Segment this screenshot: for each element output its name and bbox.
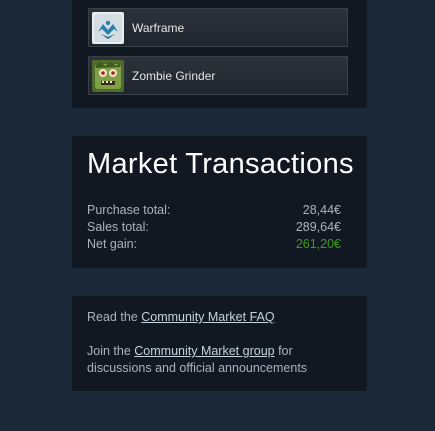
net-gain-value: 261,20€ — [295, 237, 341, 251]
zombie-grinder-icon — [92, 60, 124, 92]
community-market-group-link[interactable]: Community Market group — [134, 344, 274, 358]
net-gain-row: Net gain: 261,20€ — [87, 237, 341, 254]
sales-total-label: Sales total: — [87, 220, 149, 234]
community-market-faq-link[interactable]: Community Market FAQ — [141, 310, 274, 324]
game-row-warframe[interactable]: Warframe — [88, 8, 348, 47]
sales-total-value: 289,64€ — [295, 220, 341, 234]
faq-prefix: Read the — [87, 310, 142, 324]
game-name: Zombie Grinder — [132, 69, 216, 83]
purchase-total-value: 28,44€ — [302, 203, 341, 217]
game-row-zombie-grinder[interactable]: Zombie Grinder — [88, 56, 348, 95]
group-line: Join the Community Market group for disc… — [87, 343, 357, 377]
purchase-total-label: Purchase total: — [87, 203, 171, 217]
faq-line: Read the Community Market FAQ — [87, 309, 357, 326]
net-gain-label: Net gain: — [87, 237, 138, 251]
warframe-logo-icon — [92, 12, 124, 44]
sales-total-row: Sales total: 289,64€ — [87, 220, 341, 237]
market-transactions-panel: Market Transactions Purchase total: 28,4… — [72, 136, 367, 268]
purchase-total-row: Purchase total: 28,44€ — [87, 203, 341, 220]
panel-title: Market Transactions — [87, 148, 354, 180]
games-panel: Warframe Zombie Grinder — [72, 0, 367, 108]
game-name: Warframe — [132, 21, 185, 35]
community-links-panel: Read the Community Market FAQ Join the C… — [72, 296, 367, 391]
group-prefix: Join the — [87, 344, 135, 358]
